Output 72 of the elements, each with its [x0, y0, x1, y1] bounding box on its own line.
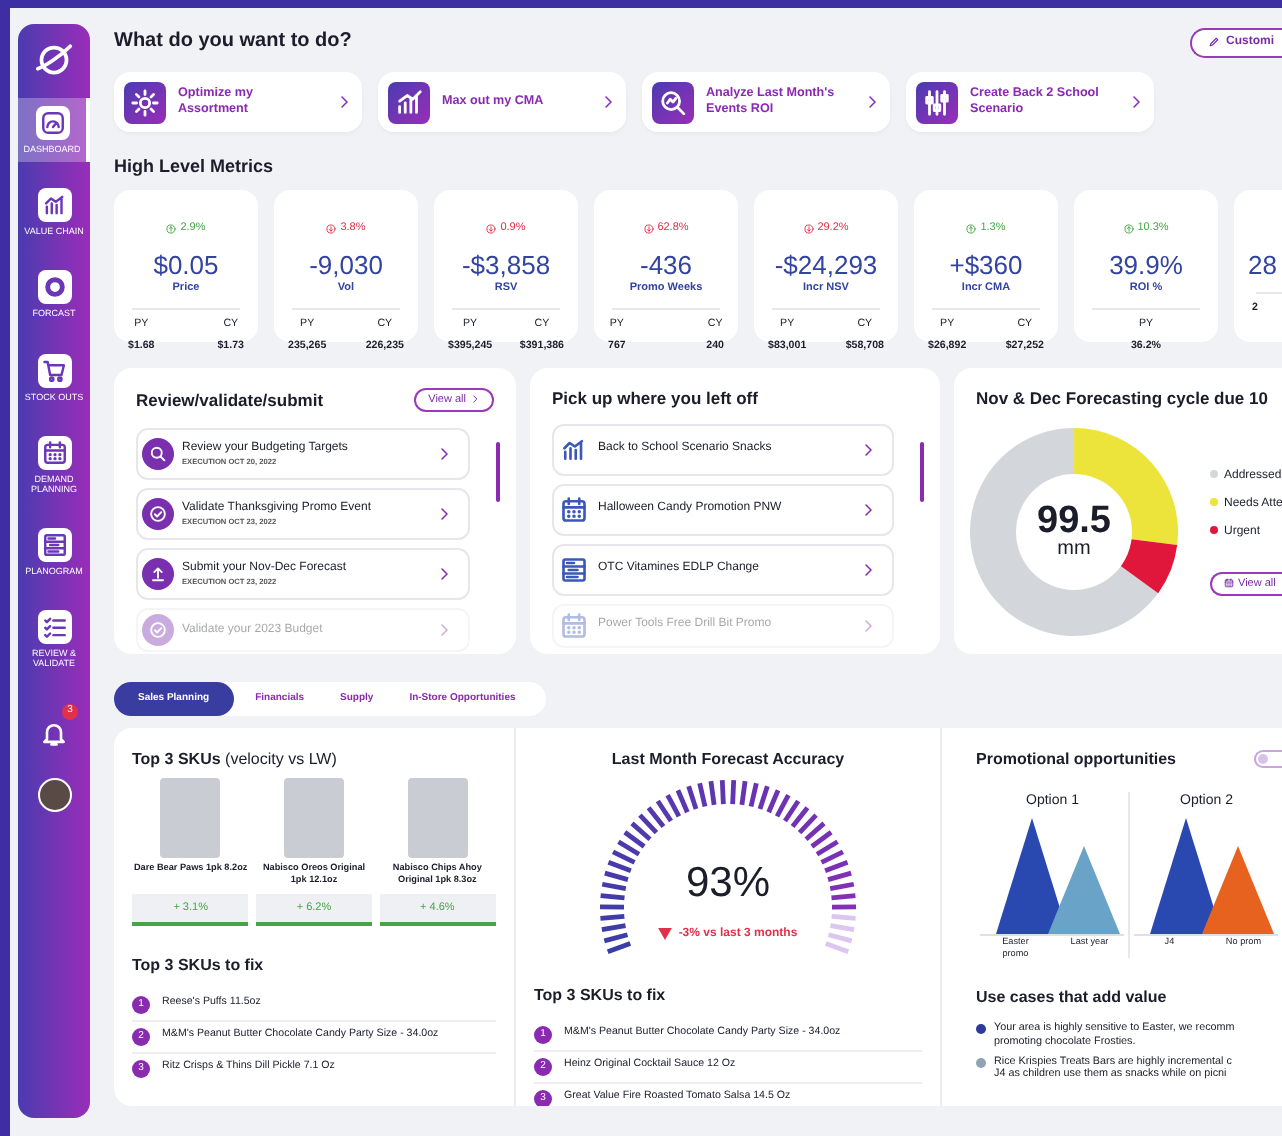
scrollbar-thumb[interactable] — [496, 441, 500, 502]
upload-icon — [142, 558, 174, 591]
chevron-right-icon — [436, 446, 452, 463]
toggle-switch[interactable] — [1254, 750, 1282, 769]
calendar-icon — [558, 493, 590, 526]
arrow-up-icon — [166, 223, 177, 234]
chevron-right-icon — [1128, 94, 1144, 110]
calendar-icon — [1224, 578, 1234, 589]
check-icon — [142, 498, 174, 531]
photo-placeholder — [407, 777, 468, 858]
panel-title: Review/validate/submit — [136, 389, 324, 411]
avatar[interactable] — [37, 777, 71, 812]
calendar-icon — [558, 609, 590, 642]
photo-placeholder — [284, 777, 344, 858]
pencil-icon — [1208, 36, 1220, 48]
chevron-right-icon — [336, 94, 352, 110]
metric-value: -436 — [637, 251, 695, 281]
metric-value: -$24,293 — [772, 251, 880, 281]
section-title: Use cases that add value — [976, 986, 1169, 1011]
donut-unit: mm — [1057, 540, 1091, 561]
check-icon — [142, 614, 174, 647]
down-triangle-icon — [658, 928, 673, 941]
arrow-down-icon — [643, 223, 654, 234]
page-heading: What do you want to do? — [114, 30, 352, 54]
chevron-right-icon — [436, 566, 452, 583]
bell-icon — [40, 720, 68, 749]
calendar-icon — [37, 435, 71, 470]
chevron-right-icon — [860, 441, 876, 458]
magnifier-icon — [652, 81, 694, 123]
photo-placeholder — [160, 777, 221, 858]
metric-value: +$360 — [947, 251, 1025, 281]
chevron-right-icon — [600, 94, 616, 110]
ring-icon — [37, 270, 71, 305]
arrow-down-icon — [486, 223, 497, 234]
accuracy-value: 93% — [683, 857, 773, 910]
bar-chart-icon — [388, 81, 430, 123]
chevron-right-icon — [860, 561, 876, 578]
cart-icon — [37, 353, 71, 388]
section-title: Top 3 SKUs to fix — [132, 953, 266, 978]
sliders-icon — [916, 81, 958, 123]
metric-value: $0.05 — [151, 251, 221, 281]
gear-icon — [124, 81, 166, 123]
metric-value: 39.9% — [1107, 251, 1185, 281]
arrow-up-icon — [1123, 223, 1134, 234]
panel-title: Nov & Dec Forecasting cycle due 10 — [976, 387, 1268, 408]
metric-value: -9,030 — [307, 251, 385, 281]
shelf-icon — [558, 553, 590, 586]
scrollbar-thumb[interactable] — [920, 441, 924, 502]
chevron-right-icon — [864, 94, 880, 110]
panel-title: Pick up where you left off — [552, 387, 758, 408]
gauge-icon — [35, 106, 69, 140]
search-icon — [142, 438, 174, 471]
shelf-icon — [37, 528, 71, 563]
arrow-up-icon — [966, 223, 977, 234]
chevron-right-icon — [436, 506, 452, 523]
chevron-right-icon — [470, 394, 480, 405]
section-title: Top 3 SKUs (velocity vs LW) — [132, 747, 339, 772]
section-heading: High Level Metrics — [114, 156, 276, 178]
chevron-right-icon — [860, 501, 876, 518]
section-title: Promotional opportunities — [976, 747, 1176, 772]
donut-value: 99.5 — [1037, 502, 1111, 541]
checklist-icon — [37, 610, 71, 645]
section-title: Top 3 SKUs to fix — [534, 983, 668, 1008]
metric-value: 28 — [1248, 251, 1279, 281]
logo-icon — [34, 40, 74, 80]
bar-chart-icon — [37, 188, 71, 223]
chevron-right-icon — [436, 622, 452, 639]
arrow-down-icon — [803, 223, 814, 234]
metric-value: -$3,858 — [459, 251, 553, 281]
section-title: Last Month Forecast Accuracy — [609, 747, 847, 772]
arrow-down-icon — [326, 223, 337, 234]
chevron-right-icon — [860, 617, 876, 634]
